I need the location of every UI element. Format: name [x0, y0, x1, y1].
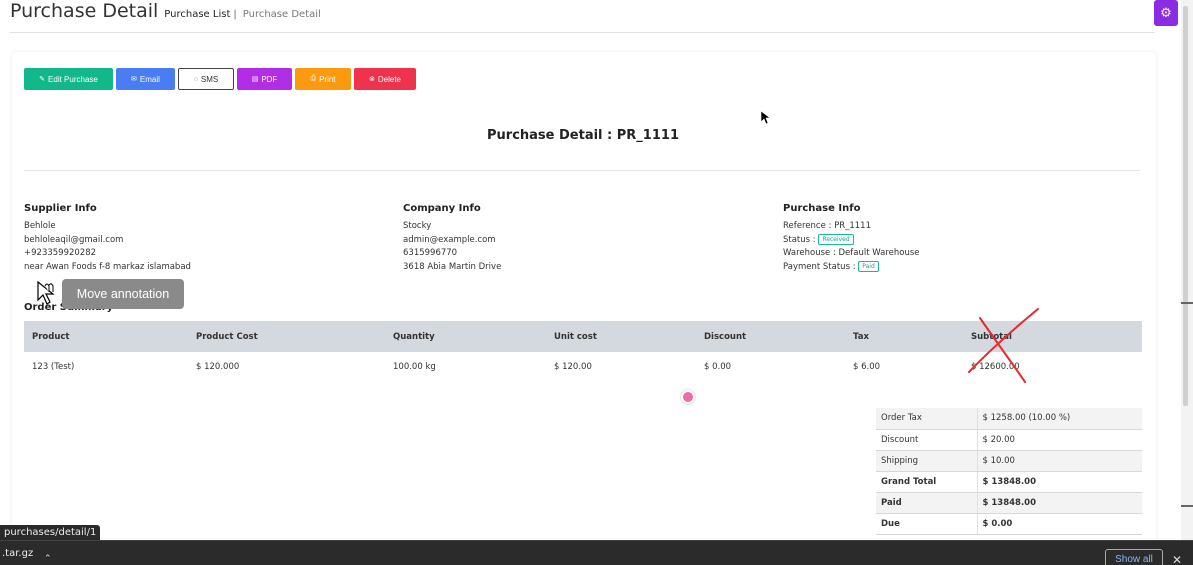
totals-value: $ 0.00 [977, 513, 1142, 535]
table-cell: $ 6.00 [853, 362, 881, 372]
app-window: Purchase Detail Purchase List | Purchase… [0, 0, 1193, 540]
chat-icon: ◌ [193, 75, 198, 83]
company-phone: 6315996770 [403, 248, 458, 259]
purchase-reference: Reference : PR_1111 [783, 221, 871, 231]
pdf-label: PDF [261, 74, 278, 84]
recording-indicator[interactable] [681, 390, 695, 404]
column-header: Unit cost [546, 321, 696, 352]
totals-label: Discount [876, 429, 978, 451]
annotation-cross-mark[interactable] [960, 300, 1050, 390]
status-badge: Received [818, 233, 854, 245]
printer-icon: ⎙ [310, 75, 317, 82]
company-heading: Company Info [403, 203, 481, 214]
breadcrumb-purchase-list[interactable]: Purchase List [164, 9, 230, 20]
totals-label: Paid [876, 492, 978, 514]
totals-row: Shipping $ 10.00 [876, 450, 1142, 472]
supplier-email: behloleaqil@gmail.com [24, 234, 124, 245]
company-email: admin@example.com [403, 234, 496, 245]
scrollbar[interactable] [1181, 0, 1193, 540]
show-all-button[interactable]: Show all [1105, 549, 1163, 565]
company-address: 3618 Abia Martin Drive [403, 261, 502, 272]
mouse-pointer-icon [760, 110, 771, 125]
totals-label: Due [876, 513, 978, 535]
totals-label: Order Tax [876, 408, 978, 430]
sms-button[interactable]: ◌ SMS [178, 68, 234, 90]
page-title: Purchase Detail [10, 0, 159, 22]
header-divider [10, 32, 1155, 33]
table-cell: 123 (Test) [32, 362, 75, 372]
action-toolbar: ✎ Edit Purchase ✉ Email ◌ SMS ▤ PDF ⎙ Print ⊗… [24, 68, 416, 90]
totals-label: Grand Total [876, 471, 978, 493]
totals-row: Discount $ 20.00 [876, 429, 1142, 451]
scroll-marker [1181, 505, 1193, 507]
mail-icon: ✉ [131, 76, 137, 83]
print-button[interactable]: ⎙ Print [295, 68, 351, 90]
print-label: Print [319, 74, 336, 84]
totals-table: Order Tax $ 1258.00 (10.00 %) Discount $ 2… [876, 408, 1142, 535]
totals-row: Order Tax $ 1258.00 (10.00 %) [876, 408, 1142, 430]
divider [24, 170, 1140, 171]
company-name: Stocky [403, 221, 432, 231]
gear-icon: ⚙ [1160, 5, 1172, 21]
edit-purchase-button[interactable]: ✎ Edit Purchase [24, 68, 113, 90]
payment-status-label: Payment Status : [783, 261, 856, 272]
annotation-tooltip: Move annotation [62, 279, 184, 309]
supplier-phone: +923359920282 [24, 248, 97, 259]
chevron-up-icon[interactable]: ⌃ [44, 554, 52, 564]
table-cell: 100.00 kg [393, 362, 436, 372]
purchase-status: Status : Received [783, 233, 920, 248]
totals-row: Grand Total $ 13848.00 [876, 471, 1142, 493]
table-cell: $ 120.000 [196, 362, 240, 372]
scroll-marker [1181, 302, 1193, 304]
table-cell: $ 0.00 [704, 362, 732, 372]
detail-title: Purchase Detail : PR_1111 [487, 128, 679, 143]
scrollbar-thumb[interactable] [1183, 6, 1188, 406]
supplier-address: near Awan Foods f-8 markaz islamabad [24, 261, 191, 272]
totals-value: $ 1258.00 (10.00 %) [977, 408, 1142, 430]
settings-button[interactable]: ⚙ [1154, 0, 1178, 26]
purchase-info: Purchase Info Reference : PR_1111 Status… [783, 202, 920, 274]
column-header: Product [24, 321, 188, 352]
breadcrumb-separator: | [233, 9, 237, 20]
file-icon: ▤ [251, 76, 259, 83]
purchase-heading: Purchase Info [783, 203, 861, 214]
totals-label: Shipping [876, 450, 978, 472]
supplier-name: Behlole [24, 221, 56, 231]
supplier-heading: Supplier Info [24, 203, 97, 214]
column-header: Tax [845, 321, 963, 352]
column-header: Quantity [385, 321, 546, 352]
totals-value: $ 13848.00 [977, 471, 1142, 493]
status-bar-url: purchases/detail/1 [0, 525, 101, 540]
purchase-payment-status: Payment Status : Paid [783, 260, 920, 275]
page-header: Purchase Detail Purchase List | Purchase… [10, 0, 321, 28]
grab-cursor-icon [37, 280, 55, 305]
breadcrumb-current: Purchase Detail [242, 9, 321, 20]
status-label: Status : [783, 234, 816, 245]
pdf-button[interactable]: ▤ PDF [237, 68, 292, 90]
totals-value: $ 20.00 [977, 429, 1142, 451]
supplier-info: Supplier Info Behlole behloleaqil@gmail.… [24, 202, 191, 274]
totals-row: Paid $ 13848.00 [876, 492, 1142, 514]
delete-icon: ⊗ [369, 76, 375, 83]
download-file-name[interactable]: .tar.gz [2, 548, 33, 559]
sms-label: SMS [200, 74, 219, 84]
close-icon[interactable]: ✕ [1172, 553, 1182, 565]
column-header: Discount [696, 321, 845, 352]
totals-value: $ 10.00 [977, 450, 1142, 472]
payment-status-badge: Paid [858, 260, 879, 272]
download-bar: .tar.gz ⌃ Show all ✕ [0, 540, 1193, 565]
delete-label: Delete [377, 74, 401, 84]
email-button[interactable]: ✉ Email [116, 68, 175, 90]
purchase-warehouse: Warehouse : Default Warehouse [783, 248, 920, 259]
column-header: Product Cost [188, 321, 385, 352]
totals-value: $ 13848.00 [977, 492, 1142, 514]
edit-purchase-label: Edit Purchase [48, 74, 98, 84]
edit-icon: ✎ [39, 76, 46, 83]
delete-button[interactable]: ⊗ Delete [354, 68, 416, 90]
table-cell: $ 120.00 [554, 362, 592, 372]
email-label: Email [139, 74, 160, 84]
company-info: Company Info Stocky admin@example.com 63… [403, 202, 501, 274]
totals-row: Due $ 0.00 [876, 513, 1142, 535]
